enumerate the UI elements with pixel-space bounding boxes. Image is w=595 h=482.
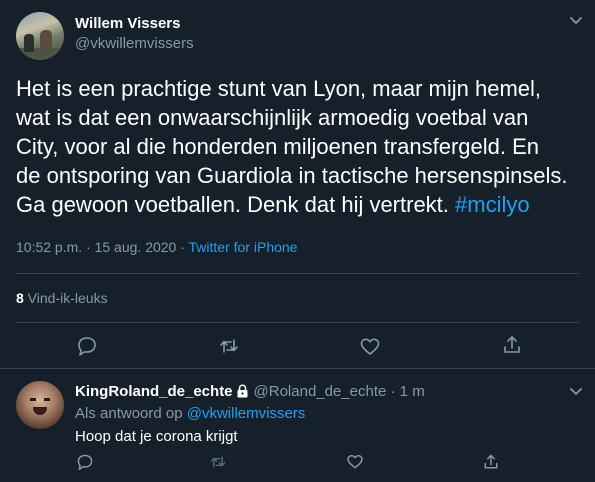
chevron-down-icon[interactable] xyxy=(568,383,584,399)
avatar[interactable] xyxy=(16,381,64,429)
tweet-text: Het is een prachtige stunt van Lyon, maa… xyxy=(16,74,586,219)
retweet-icon[interactable] xyxy=(209,453,227,471)
author-handle[interactable]: @vkwillemvissers xyxy=(75,35,194,52)
tweet-source-link[interactable]: Twitter for iPhone xyxy=(189,239,298,255)
hashtag-link[interactable]: #mcilyo xyxy=(455,192,530,217)
share-icon[interactable] xyxy=(482,453,500,471)
author-name[interactable]: Willem Vissers xyxy=(75,15,180,32)
divider xyxy=(16,273,579,274)
reply-icon[interactable] xyxy=(76,335,98,357)
replying-to: Als antwoord op @vkwillemvissers xyxy=(75,405,305,422)
share-icon[interactable] xyxy=(501,334,523,356)
avatar[interactable] xyxy=(16,12,64,60)
like-icon[interactable] xyxy=(346,453,364,471)
reply-text: Hoop dat je corona krijgt xyxy=(75,428,238,445)
reply-header: KingRoland_de_echte @Roland_de_echte · 1 … xyxy=(75,383,425,402)
reply-icon[interactable] xyxy=(76,453,94,471)
like-icon[interactable] xyxy=(359,336,381,358)
lock-icon xyxy=(236,384,249,402)
divider xyxy=(16,322,579,323)
likes-count-link[interactable]: 8 Vind-ik-leuks xyxy=(16,290,108,306)
likes-label: Vind-ik-leuks xyxy=(23,290,108,306)
main-tweet: Willem Vissers @vkwillemvissers Het is e… xyxy=(0,0,595,368)
reply-author-name[interactable]: KingRoland_de_echte xyxy=(75,383,233,400)
chevron-down-icon[interactable] xyxy=(568,12,584,28)
tweet-timestamp[interactable]: 10:52 p.m. · 15 aug. 2020 · xyxy=(16,239,189,255)
tweet-separator xyxy=(0,368,595,369)
reply-author-handle[interactable]: @Roland_de_echte · 1 m xyxy=(254,383,425,400)
retweet-icon[interactable] xyxy=(218,335,240,357)
replying-to-label: Als antwoord op xyxy=(75,405,187,422)
likes-count: 8 xyxy=(16,290,24,306)
replying-to-handle[interactable]: @vkwillemvissers xyxy=(187,405,306,422)
tweet-metadata: 10:52 p.m. · 15 aug. 2020 · Twitter for … xyxy=(16,239,297,255)
